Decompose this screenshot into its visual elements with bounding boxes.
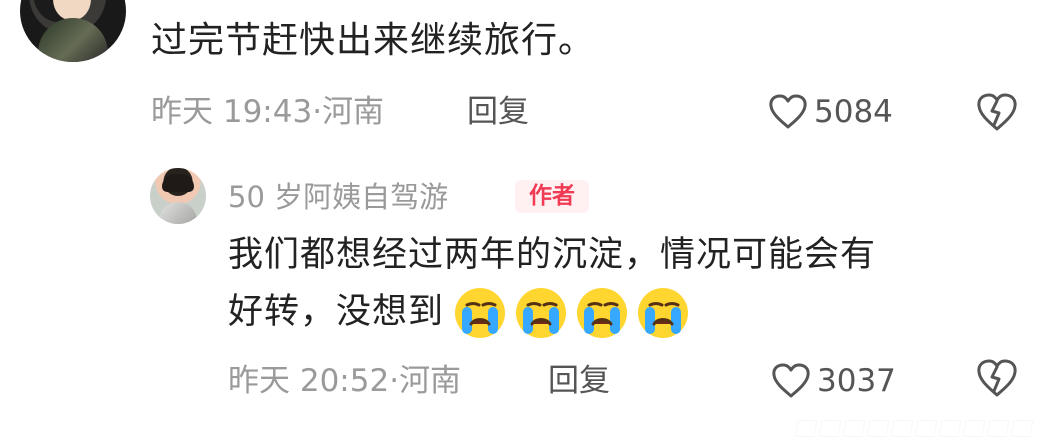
comment-time: 昨天 19:43 xyxy=(151,94,313,130)
comment-like-count: 5084 xyxy=(814,94,893,130)
comment-meta: 昨天 19:43 · 河南 xyxy=(151,87,384,137)
crying-face-icon xyxy=(516,287,567,338)
commenter-avatar[interactable] xyxy=(20,0,126,62)
reply-text-line-2: 好转，没想到 xyxy=(228,284,988,341)
comment-location: 河南 xyxy=(322,94,385,130)
heart-outline-icon xyxy=(772,363,810,398)
reply-button[interactable]: 回复 xyxy=(548,356,610,406)
reply-like-count: 3037 xyxy=(817,363,896,399)
reply-location: 河南 xyxy=(399,363,462,399)
comment-text: 过完节赶快出来继续旅行。 xyxy=(151,20,596,61)
reply-time: 昨天 20:52 xyxy=(228,363,390,399)
comment-thread-screenshot: 过完节赶快出来继续旅行。 昨天 19:43 · 河南 回复 5084 50 岁阿… xyxy=(0,0,1062,440)
crying-face-icon xyxy=(455,287,506,338)
author-name[interactable]: 50 岁阿姨自驾游 xyxy=(228,177,448,217)
reply-text-line-2-text: 好转，没想到 xyxy=(228,292,445,332)
broken-heart-icon[interactable] xyxy=(976,359,1018,399)
main-comment: 过完节赶快出来继续旅行。 昨天 19:43 · 河南 回复 5084 xyxy=(0,0,1062,160)
reply-text: 我们都想经过两年的沉淀，情况可能会有 好转，没想到 xyxy=(228,227,988,341)
reply-meta: 昨天 20:52 · 河南 xyxy=(228,356,461,406)
comment-like-button[interactable]: 5084 xyxy=(768,87,893,137)
reply-button[interactable]: 回复 xyxy=(467,87,529,137)
reply-text-line-1: 我们都想经过两年的沉淀，情况可能会有 xyxy=(228,235,877,275)
crying-face-icon xyxy=(577,287,628,338)
broken-heart-icon[interactable] xyxy=(976,93,1018,133)
author-badge: 作者 xyxy=(515,180,589,213)
reply-like-button[interactable]: 3037 xyxy=(771,356,896,406)
crying-face-icon xyxy=(638,287,689,338)
author-reply: 50 岁阿姨自驾游 作者 我们都想经过两年的沉淀，情况可能会有 好转，没想到 昨… xyxy=(0,160,1062,440)
author-avatar[interactable] xyxy=(150,168,206,224)
meta-separator: · xyxy=(312,94,323,130)
watermark xyxy=(794,420,1034,437)
heart-outline-icon xyxy=(769,94,807,129)
crying-emoji-row xyxy=(452,285,691,341)
meta-separator: · xyxy=(389,363,400,399)
